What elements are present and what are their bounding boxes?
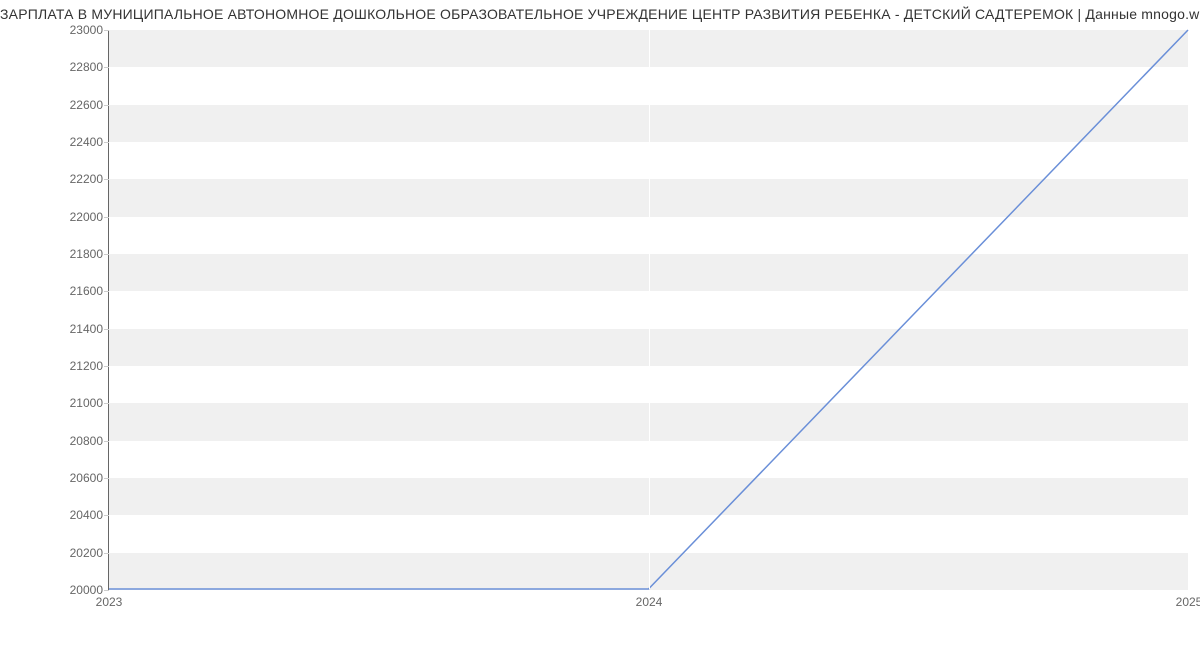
y-tick-mark (104, 590, 109, 591)
y-tick-mark (104, 30, 109, 31)
y-tick-mark (104, 291, 109, 292)
y-tick-label: 20400 (70, 508, 103, 522)
y-tick-label: 21800 (70, 247, 103, 261)
y-tick-label: 22600 (70, 98, 103, 112)
y-tick-label: 20200 (70, 546, 103, 560)
x-tick-label: 2024 (636, 595, 663, 609)
y-tick-label: 22800 (70, 60, 103, 74)
y-tick-mark (104, 67, 109, 68)
y-tick-label: 20600 (70, 471, 103, 485)
y-tick-label: 21400 (70, 322, 103, 336)
y-tick-mark (104, 441, 109, 442)
y-tick-mark (104, 553, 109, 554)
y-tick-label: 21000 (70, 396, 103, 410)
y-tick-mark (104, 515, 109, 516)
y-tick-mark (104, 217, 109, 218)
chart-title: ЗАРПЛАТА В МУНИЦИПАЛЬНОЕ АВТОНОМНОЕ ДОШК… (0, 6, 1200, 22)
y-tick-mark (104, 179, 109, 180)
y-tick-label: 21200 (70, 359, 103, 373)
x-tick-label: 2023 (96, 595, 123, 609)
y-tick-label: 21600 (70, 284, 103, 298)
y-tick-mark (104, 478, 109, 479)
y-tick-mark (104, 329, 109, 330)
y-tick-mark (104, 403, 109, 404)
y-tick-mark (104, 366, 109, 367)
y-tick-label: 23000 (70, 23, 103, 37)
y-tick-mark (104, 105, 109, 106)
y-tick-mark (104, 254, 109, 255)
y-tick-mark (104, 142, 109, 143)
y-tick-label: 20800 (70, 434, 103, 448)
x-tick-label: 2025 (1176, 595, 1200, 609)
x-gridline (649, 30, 650, 589)
plot-area: 2000020200204002060020800210002120021400… (108, 30, 1188, 590)
y-tick-label: 22400 (70, 135, 103, 149)
y-tick-label: 22000 (70, 210, 103, 224)
chart-container: ЗАРПЛАТА В МУНИЦИПАЛЬНОЕ АВТОНОМНОЕ ДОШК… (0, 0, 1200, 650)
y-tick-label: 22200 (70, 172, 103, 186)
